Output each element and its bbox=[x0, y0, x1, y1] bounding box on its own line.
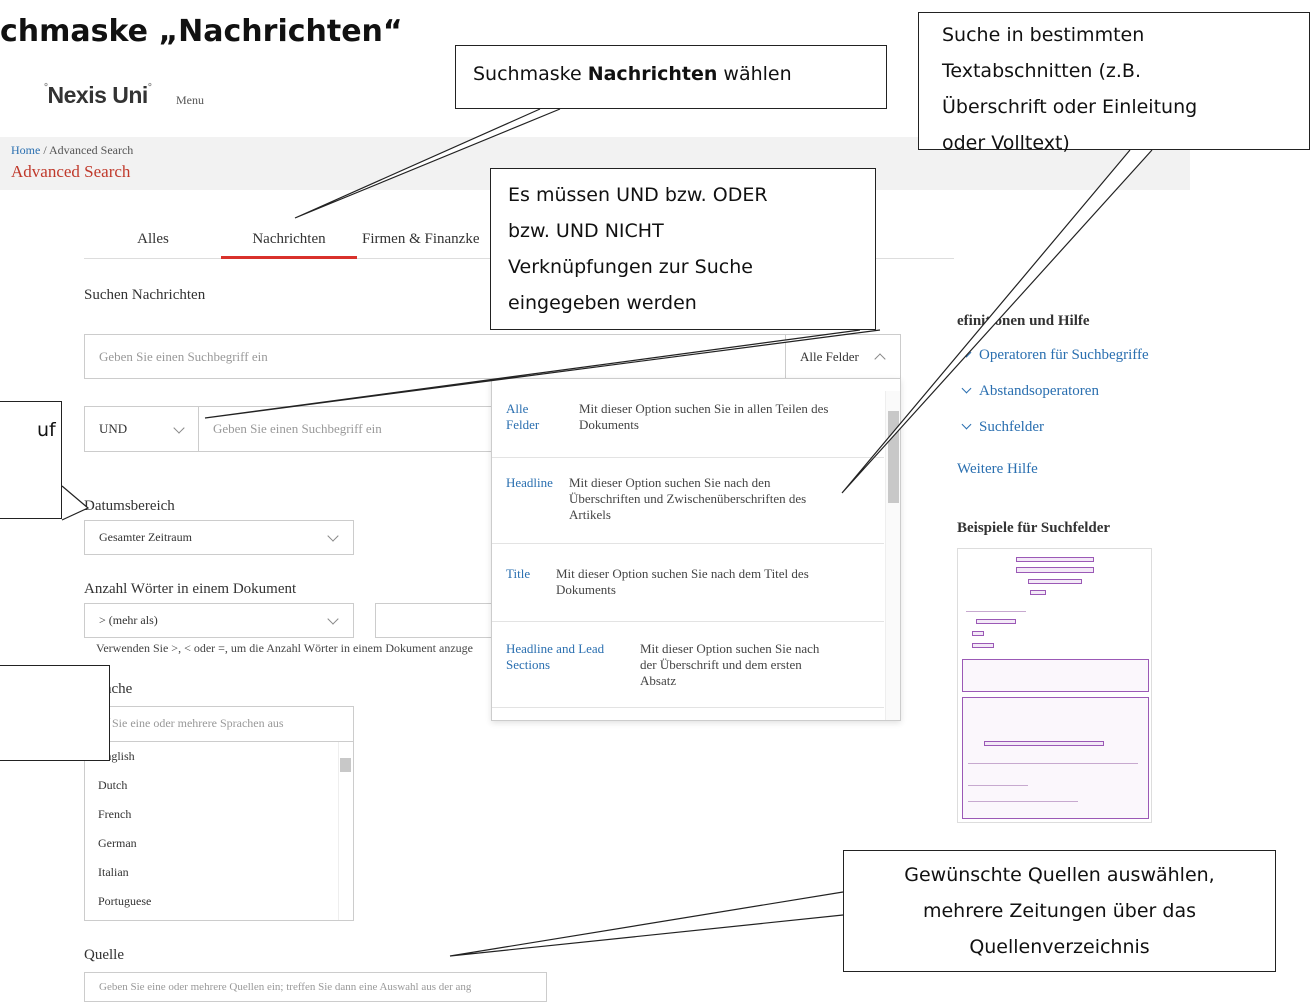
callout-text: uf bbox=[37, 419, 56, 441]
callout-text: Suche in bestimmten Textabschnitten (z.B… bbox=[942, 24, 1198, 154]
callout-date-range: uf bbox=[0, 401, 62, 519]
callout-sources: Gewünschte Quellen auswählen, mehrere Ze… bbox=[843, 850, 1276, 972]
callout-text: Suchmaske Nachrichten wählen bbox=[473, 63, 792, 85]
callout-operators: Es müssen UND bzw. ODER bzw. UND NICHT V… bbox=[490, 168, 876, 330]
callout-select-news: Suchmaske Nachrichten wählen bbox=[455, 45, 887, 109]
callout-text: Es müssen UND bzw. ODER bzw. UND NICHT V… bbox=[508, 184, 768, 314]
callout-language bbox=[0, 665, 110, 761]
callout-text: Gewünschte Quellen auswählen, mehrere Ze… bbox=[904, 864, 1215, 958]
callout-text-sections: Suche in bestimmten Textabschnitten (z.B… bbox=[918, 12, 1310, 154]
